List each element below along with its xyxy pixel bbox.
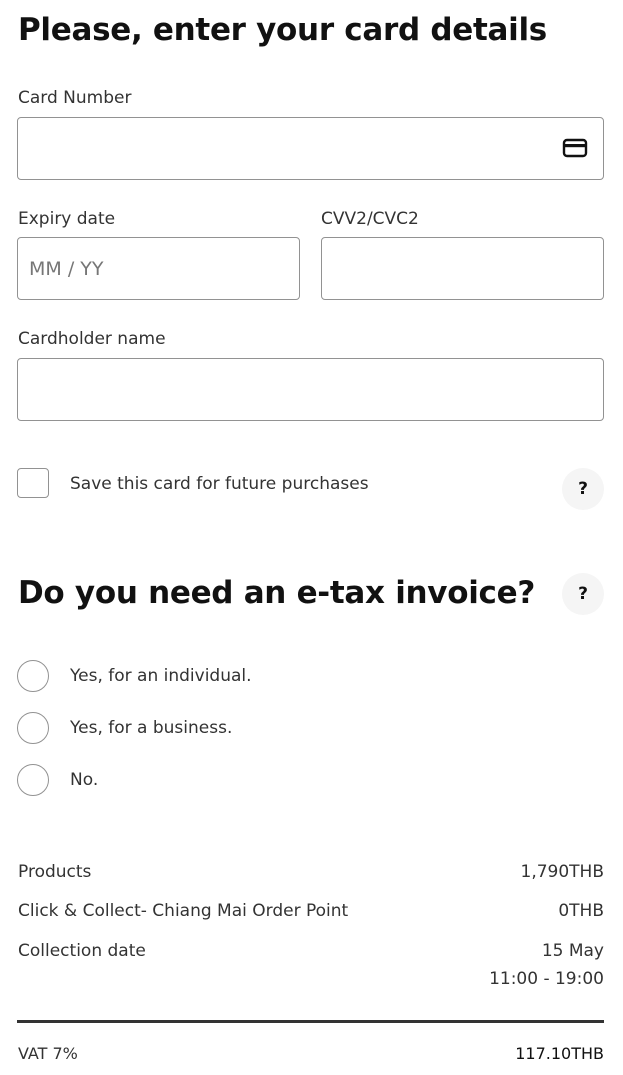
cardholder-name-field — [17, 358, 604, 421]
cardholder-name-input[interactable] — [18, 359, 603, 420]
expiry-date-input[interactable] — [18, 238, 299, 299]
etax-title: Do you need an e-tax invoice? — [18, 575, 535, 611]
products-label: Products — [18, 862, 92, 882]
save-card-help-button[interactable]: ? — [562, 468, 604, 510]
page-title: Please, enter your card details — [18, 12, 547, 48]
question-icon: ? — [578, 584, 588, 604]
expiry-date-field — [17, 237, 300, 300]
click-collect-value: 0THB — [558, 901, 604, 921]
etax-radio-business[interactable] — [17, 712, 49, 744]
summary-divider — [17, 1020, 604, 1023]
card-number-field — [17, 117, 604, 180]
collection-date-value: 15 May — [541, 941, 604, 961]
cvv-input[interactable] — [322, 238, 603, 299]
etax-radio-no[interactable] — [17, 764, 49, 796]
vat-value: 117.10THB — [515, 1044, 604, 1063]
etax-option-individual-label[interactable]: Yes, for an individual. — [70, 666, 252, 686]
collection-date-label: Collection date — [18, 941, 146, 961]
products-value: 1,790THB — [520, 862, 605, 882]
question-icon: ? — [578, 479, 588, 499]
save-card-label[interactable]: Save this card for future purchases — [70, 474, 369, 494]
etax-help-button[interactable]: ? — [562, 573, 604, 615]
etax-option-business-label[interactable]: Yes, for a business. — [70, 718, 232, 738]
credit-card-icon — [562, 138, 588, 158]
expiry-date-label: Expiry date — [18, 209, 116, 229]
vat-label: VAT 7% — [18, 1044, 78, 1063]
cvv-label: CVV2/CVC2 — [321, 209, 419, 229]
save-card-checkbox[interactable] — [17, 468, 49, 498]
click-collect-label: Click & Collect- Chiang Mai Order Point — [18, 901, 349, 921]
card-number-input[interactable] — [18, 118, 603, 179]
cvv-field — [321, 237, 604, 300]
etax-option-no-label[interactable]: No. — [70, 770, 98, 790]
etax-radio-individual[interactable] — [17, 660, 49, 692]
cardholder-name-label: Cardholder name — [18, 329, 166, 349]
card-number-label: Card Number — [18, 88, 132, 108]
collection-time-value: 11:00 - 19:00 — [489, 969, 604, 989]
